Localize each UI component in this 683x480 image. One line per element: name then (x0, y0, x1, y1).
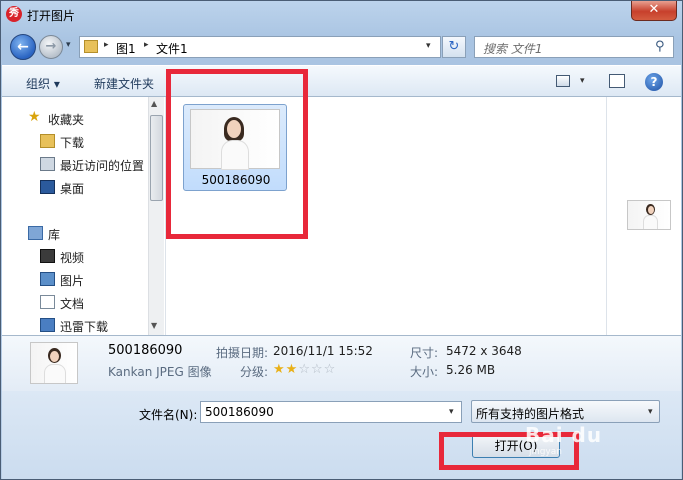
pictures-icon (40, 272, 55, 286)
baidu-watermark: Bai du (525, 423, 603, 447)
downloads-folder-icon (40, 134, 55, 148)
sidebar-item-label: 下载 (60, 136, 85, 150)
recent-pages-dropdown[interactable]: ▾ (66, 40, 71, 50)
command-bar: 组织 ▾ 新建文件夹 ▾ ? (2, 65, 681, 97)
dimensions-value: 5472 x 3648 (446, 344, 522, 358)
sidebar-item-label: 最近访问的位置 (60, 159, 145, 173)
breadcrumb-item[interactable]: 图1 (116, 40, 136, 57)
size-label: 大小: (410, 365, 439, 379)
browser-content: ★ 收藏夹 下载 最近访问的位置 桌面 库 视频 图片 文档 迅雷下载 ▲ ▼ … (2, 97, 681, 335)
view-options-dropdown-icon[interactable]: ▾ (580, 76, 585, 86)
filename-value: 500186090 (205, 405, 274, 419)
xunlei-download-icon (40, 318, 55, 332)
details-face-shape (50, 351, 59, 362)
star-filled-icon[interactable]: ★ (273, 362, 286, 377)
preview-image (627, 200, 671, 230)
sidebar-item-label: 桌面 (60, 182, 85, 196)
star-empty-icon[interactable]: ☆ (298, 362, 311, 377)
date-taken-label: 拍摄日期: (216, 346, 269, 360)
address-dropdown-icon[interactable]: ▾ (426, 41, 431, 51)
file-type-value: 所有支持的图片格式 (476, 407, 585, 421)
filename-dropdown-icon[interactable]: ▾ (449, 407, 454, 417)
breadcrumb-arrow-icon[interactable]: ▸ (144, 40, 149, 50)
details-file-type: Kankan JPEG 图像 (108, 365, 212, 379)
date-taken-value: 2016/11/1 15:52 (273, 344, 373, 358)
file-type-select[interactable]: 所有支持的图片格式 ▾ (471, 400, 660, 423)
scroll-up-icon[interactable]: ▲ (151, 99, 157, 108)
navigation-pane: ★ 收藏夹 下载 最近访问的位置 桌面 库 视频 图片 文档 迅雷下载 ▲ ▼ (2, 97, 164, 335)
folder-icon (84, 40, 98, 53)
sidebar-item-label: 图片 (60, 274, 85, 288)
highlight-annotation (166, 69, 308, 239)
recent-places-icon (40, 157, 55, 171)
size-value: 5.26 MB (446, 363, 496, 377)
videos-icon (40, 249, 55, 263)
details-body-shape (44, 364, 66, 383)
change-view-icon[interactable] (556, 75, 570, 87)
baidu-watermark-sub: jingyan (529, 447, 562, 457)
new-folder-button[interactable]: 新建文件夹 (94, 75, 154, 92)
close-button[interactable]: ✕ (631, 1, 677, 21)
preview-pane (606, 97, 681, 335)
details-pane: 500186090 Kankan JPEG 图像 拍摄日期: 2016/11/1… (2, 335, 681, 391)
refresh-button[interactable]: ↻ (442, 36, 466, 58)
rating-stars[interactable]: ★★☆☆☆ (273, 362, 336, 377)
file-type-dropdown-icon[interactable]: ▾ (648, 407, 653, 417)
star-icon: ★ (28, 109, 41, 125)
sidebar-item-label: 文档 (60, 297, 85, 311)
search-input[interactable]: 搜索 文件1 ⚲ (474, 36, 674, 58)
desktop-icon (40, 180, 55, 194)
star-empty-icon[interactable]: ☆ (324, 362, 337, 377)
sidebar-item-label: 迅雷下载 (60, 320, 109, 334)
preview-face-shape (648, 206, 654, 214)
sidebar-item-label: 库 (48, 228, 61, 242)
app-logo-icon: 秀 (6, 6, 22, 22)
search-icon[interactable]: ⚲ (655, 39, 665, 54)
documents-icon (40, 295, 55, 309)
libraries-icon (28, 226, 43, 240)
breadcrumb-arrow-icon[interactable]: ▸ (104, 40, 109, 50)
sidebar-item-label: 收藏夹 (48, 113, 85, 127)
preview-pane-icon[interactable] (609, 74, 625, 88)
organize-menu[interactable]: 组织 ▾ (26, 75, 60, 92)
star-empty-icon[interactable]: ☆ (311, 362, 324, 377)
details-thumbnail (30, 342, 78, 384)
rating-label: 分级: (240, 365, 269, 379)
scrollbar-thumb[interactable] (150, 115, 163, 201)
forward-button[interactable]: → (39, 35, 63, 59)
open-image-dialog: 秀 打开图片 ✕ ← → ▾ ▸ 图1 ▸ 文件1 ▾ ↻ 搜索 文件1 ⚲ 组… (0, 0, 683, 480)
sidebar-scrollbar[interactable]: ▲ ▼ (148, 97, 164, 335)
window-title: 打开图片 (27, 9, 76, 23)
sidebar-item-label: 视频 (60, 251, 85, 265)
dimensions-label: 尺寸: (410, 346, 439, 360)
filename-label: 文件名(N): (139, 408, 198, 422)
title-bar: 秀 打开图片 ✕ (1, 1, 682, 29)
details-file-name: 500186090 (108, 343, 183, 358)
preview-body-shape (643, 215, 658, 229)
star-filled-icon[interactable]: ★ (286, 362, 299, 377)
navigation-bar: ← → ▾ ▸ 图1 ▸ 文件1 ▾ ↻ 搜索 文件1 ⚲ (1, 31, 682, 63)
filename-input[interactable]: 500186090 ▾ (200, 401, 462, 423)
scroll-down-icon[interactable]: ▼ (151, 321, 157, 330)
search-placeholder: 搜索 文件1 (483, 42, 543, 56)
back-button[interactable]: ← (10, 34, 36, 60)
address-bar[interactable]: ▸ 图1 ▸ 文件1 ▾ (79, 36, 441, 58)
breadcrumb-item[interactable]: 文件1 (156, 40, 188, 57)
help-icon[interactable]: ? (645, 73, 663, 91)
